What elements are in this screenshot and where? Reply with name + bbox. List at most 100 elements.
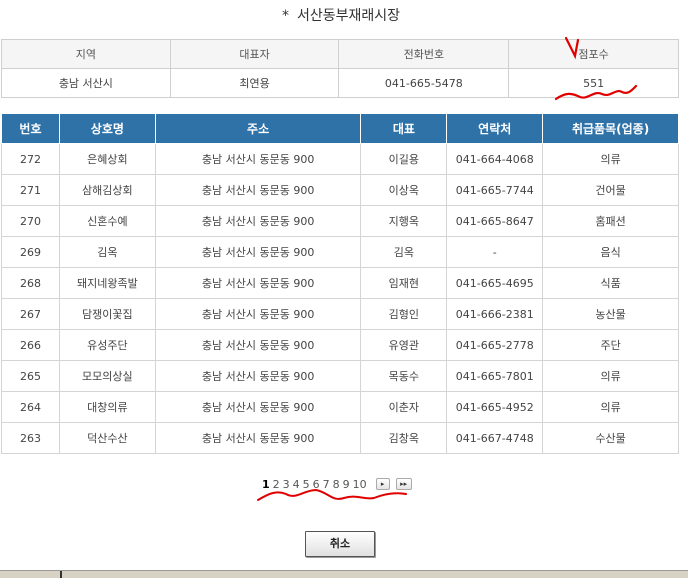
cell-owner: 임재현 — [360, 267, 448, 299]
cell-shop-name: 삼해김상회 — [58, 174, 156, 206]
table-row: 272 은혜상회 충남 서산시 동문동 900 이길용 041-664-4068 의류 — [1, 143, 679, 175]
last-page-icon[interactable]: ▸▸ — [395, 478, 412, 490]
summary-header-representative: 대표자 — [169, 39, 340, 69]
cell-shop-name: 모모의상실 — [58, 360, 156, 392]
page-link-9[interactable]: 9 — [343, 478, 350, 491]
cell-owner: 유영관 — [360, 329, 448, 361]
cell-address: 충남 서산시 동문동 900 — [154, 360, 362, 392]
cell-contact: 041-665-2778 — [446, 329, 544, 361]
page-link-6[interactable]: 6 — [313, 478, 320, 491]
page-link-10[interactable]: 10 — [353, 478, 367, 491]
page-link-1[interactable]: 1 — [262, 478, 270, 491]
cell-address: 충남 서산시 동문동 900 — [154, 174, 362, 206]
cell-contact: 041-665-7801 — [446, 360, 544, 392]
cell-number: 271 — [1, 174, 60, 206]
cell-number: 263 — [1, 422, 60, 454]
shop-header-row: 번호 상호명 주소 대표 연락처 취급품목(업종) — [1, 113, 679, 144]
cell-category: 의류 — [542, 391, 679, 423]
cell-owner: 이춘자 — [360, 391, 448, 423]
cell-address: 충남 서산시 동문동 900 — [154, 143, 362, 175]
col-header-owner: 대표 — [360, 113, 448, 144]
cell-shop-name: 김옥 — [58, 236, 156, 268]
shop-list-body: 272 은혜상회 충남 서산시 동문동 900 이길용 041-664-4068 의류 27… — [1, 143, 679, 454]
cell-address: 충남 서산시 동문동 900 — [154, 391, 362, 423]
cell-category: 홈패션 — [542, 205, 679, 237]
cell-contact: 041-666-2381 — [446, 298, 544, 330]
cell-shop-name: 돼지네왕족발 — [58, 267, 156, 299]
summary-phone: 041-665-5478 — [338, 68, 510, 98]
cell-address: 충남 서산시 동문동 900 — [154, 298, 362, 330]
cell-category: 의류 — [542, 143, 679, 175]
cell-contact: 041-665-7744 — [446, 174, 544, 206]
cell-shop-name: 신혼수예 — [58, 205, 156, 237]
col-header-shop-name: 상호명 — [58, 113, 156, 144]
cell-category: 음식 — [542, 236, 679, 268]
page-link-5[interactable]: 5 — [303, 478, 310, 491]
cell-number: 268 — [1, 267, 60, 299]
table-row: 266 유성주단 충남 서산시 동문동 900 유영관 041-665-2778 주단 — [1, 329, 679, 361]
page-title: * 서산동부재래시장 — [0, 0, 682, 32]
summary-region: 충남 서산시 — [1, 68, 171, 98]
pagination: 1 2 3 4 5 6 7 8 9 10 ▸ ▸▸ — [262, 476, 412, 492]
page-link-7[interactable]: 7 — [323, 478, 330, 491]
table-row: 264 대창의류 충남 서산시 동문동 900 이춘자 041-665-4952 의류 — [1, 391, 679, 423]
cell-contact: 041-664-4068 — [446, 143, 544, 175]
cell-address: 충남 서산시 동문동 900 — [154, 267, 362, 299]
cell-number: 265 — [1, 360, 60, 392]
cell-owner: 이길용 — [360, 143, 448, 175]
cell-contact: 041-667-4748 — [446, 422, 544, 454]
cell-number: 269 — [1, 236, 60, 268]
market-summary-table: 지역 대표자 전화번호 점포수 충남 서산시 최연용 041-665-5478 … — [1, 39, 679, 98]
shop-list-table: 번호 상호명 주소 대표 연락처 취급품목(업종) 272 은혜상회 충남 서산시 … — [1, 113, 679, 454]
page-link-3[interactable]: 3 — [283, 478, 290, 491]
cell-shop-name: 유성주단 — [58, 329, 156, 361]
summary-header-region: 지역 — [1, 39, 171, 69]
cell-owner: 목동수 — [360, 360, 448, 392]
col-header-number: 번호 — [1, 113, 60, 144]
cell-shop-name: 대창의류 — [58, 391, 156, 423]
summary-header-phone: 전화번호 — [338, 39, 510, 69]
cell-number: 267 — [1, 298, 60, 330]
cell-category: 농산물 — [542, 298, 679, 330]
cell-number: 264 — [1, 391, 60, 423]
page-link-2[interactable]: 2 — [273, 478, 280, 491]
summary-value-row: 충남 서산시 최연용 041-665-5478 551 — [1, 68, 679, 98]
cell-shop-name: 덕산수산 — [58, 422, 156, 454]
table-row: 271 삼해김상회 충남 서산시 동문동 900 이상옥 041-665-7744 건어물 — [1, 174, 679, 206]
cell-category: 건어물 — [542, 174, 679, 206]
table-row: 269 김옥 충남 서산시 동문동 900 김옥 - 음식 — [1, 236, 679, 268]
summary-header-store-count: 점포수 — [508, 39, 679, 69]
cell-owner: 김옥 — [360, 236, 448, 268]
col-header-contact: 연락처 — [446, 113, 544, 144]
cell-owner: 김형인 — [360, 298, 448, 330]
col-header-address: 주소 — [154, 113, 362, 144]
background-window-strip — [0, 570, 688, 578]
strip-mark — [60, 571, 62, 578]
cell-shop-name: 담쟁이꽃집 — [58, 298, 156, 330]
table-row: 265 모모의상실 충남 서산시 동문동 900 목동수 041-665-7801 의류 — [1, 360, 679, 392]
cell-contact: 041-665-4695 — [446, 267, 544, 299]
summary-store-count: 551 — [508, 68, 679, 98]
table-row: 263 덕산수산 충남 서산시 동문동 900 김창옥 041-667-4748 수산물 — [1, 422, 679, 454]
cell-address: 충남 서산시 동문동 900 — [154, 422, 362, 454]
table-row: 270 신혼수예 충남 서산시 동문동 900 지행옥 041-665-8647 홈패션 — [1, 205, 679, 237]
cell-owner: 이상옥 — [360, 174, 448, 206]
cancel-button[interactable]: 취소 — [305, 531, 375, 557]
page-link-8[interactable]: 8 — [333, 478, 340, 491]
cell-category: 수산물 — [542, 422, 679, 454]
cell-address: 충남 서산시 동문동 900 — [154, 329, 362, 361]
col-header-category: 취급품목(업종) — [542, 113, 679, 144]
next-page-icon[interactable]: ▸ — [375, 478, 390, 490]
cell-number: 270 — [1, 205, 60, 237]
table-row: 267 담쟁이꽃집 충남 서산시 동문동 900 김형인 041-666-2381 농산물 — [1, 298, 679, 330]
cell-category: 의류 — [542, 360, 679, 392]
cell-address: 충남 서산시 동문동 900 — [154, 205, 362, 237]
summary-representative: 최연용 — [169, 68, 340, 98]
cell-number: 266 — [1, 329, 60, 361]
page-link-4[interactable]: 4 — [293, 478, 300, 491]
cell-contact: 041-665-4952 — [446, 391, 544, 423]
table-row: 268 돼지네왕족발 충남 서산시 동문동 900 임재현 041-665-4695 식품 — [1, 267, 679, 299]
cell-category: 주단 — [542, 329, 679, 361]
cell-number: 272 — [1, 143, 60, 175]
cell-category: 식품 — [542, 267, 679, 299]
